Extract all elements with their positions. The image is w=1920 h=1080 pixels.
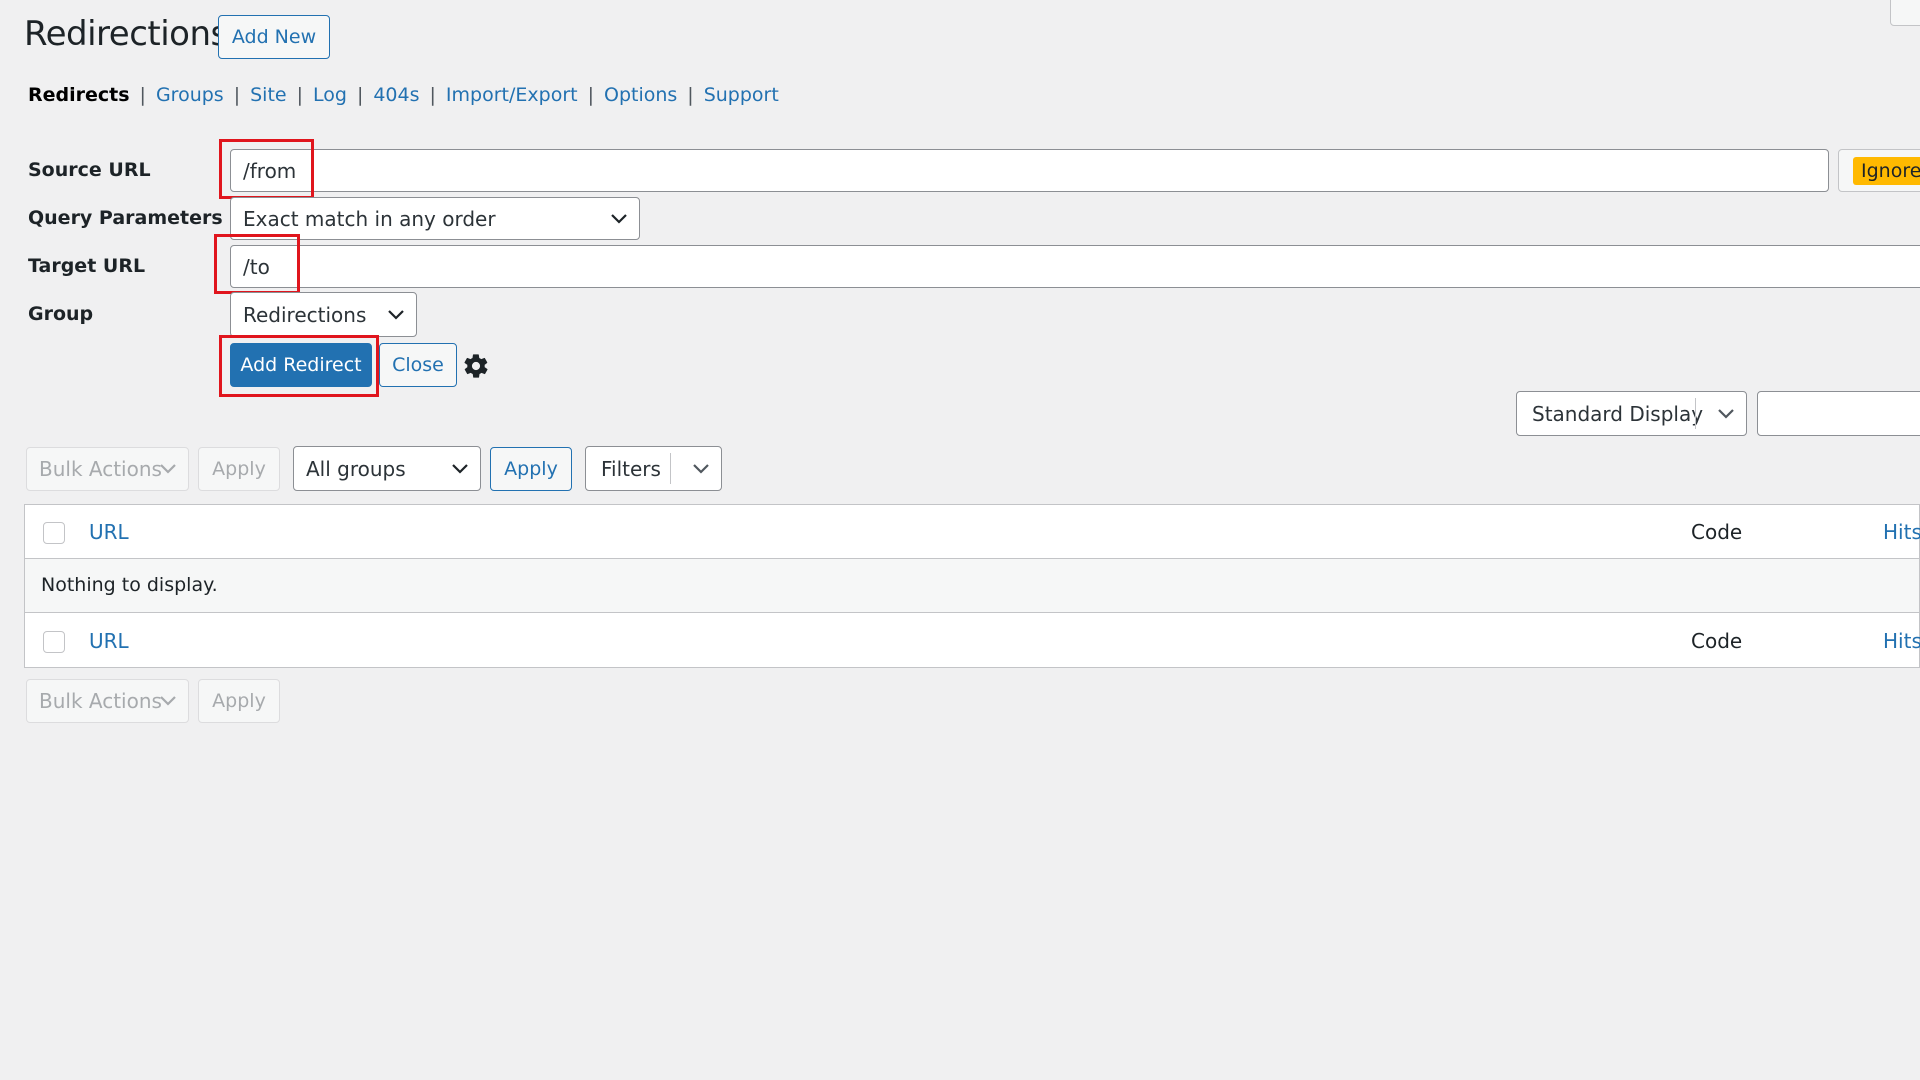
select-all-checkbox-footer[interactable] [43, 631, 65, 653]
group-select[interactable]: Redirections [230, 292, 417, 337]
subnav-separator: | [233, 84, 241, 106]
empty-message: Nothing to display. [41, 574, 218, 596]
page-title: Redirections [24, 14, 228, 54]
add-new-button[interactable]: Add New [218, 15, 330, 59]
filters-select[interactable]: Filters [585, 446, 722, 491]
table-footer-row: URL Code Hits [25, 614, 1920, 668]
source-url-input[interactable]: /from [230, 149, 1829, 192]
screen-options-button[interactable] [1890, 0, 1920, 26]
column-hits-footer[interactable]: Hits [1883, 629, 1920, 653]
target-url-input[interactable]: /to [230, 245, 1920, 288]
bulk-actions-value: Bulk Actions [39, 457, 162, 481]
subnav: Redirects | Groups | Site | Log | 404s |… [28, 84, 779, 106]
chevron-down-icon [160, 696, 176, 706]
query-parameters-label: Query Parameters [28, 207, 223, 229]
column-code-header: Code [1691, 520, 1743, 544]
subnav-item-import-export[interactable]: Import/Export [446, 84, 578, 106]
subnav-item-groups[interactable]: Groups [156, 84, 224, 106]
redirects-table: URL Code Hits Nothing to display. URL Co… [24, 504, 1920, 668]
target-url-label: Target URL [28, 255, 146, 277]
group-label: Group [28, 303, 94, 325]
subnav-separator: | [587, 84, 594, 106]
select-divider [670, 453, 671, 484]
subnav-item-404s[interactable]: 404s [373, 84, 419, 106]
chevron-down-icon [693, 463, 709, 474]
ignore-case-button[interactable]: Ignore [1838, 149, 1920, 192]
subnav-item-site[interactable]: Site [250, 84, 286, 106]
groups-filter-value: All groups [306, 456, 406, 481]
search-input[interactable] [1757, 391, 1920, 436]
gear-icon[interactable] [462, 352, 490, 380]
apply-button[interactable]: Apply [490, 447, 572, 491]
source-url-label: Source URL [28, 159, 151, 181]
bulk-actions-value: Bulk Actions [39, 689, 162, 713]
display-mode-value: Standard Display [1532, 401, 1704, 426]
table-header-row: URL Code Hits [25, 505, 1920, 559]
subnav-item-support[interactable]: Support [704, 84, 779, 106]
subnav-separator: | [296, 84, 303, 106]
ignore-badge: Ignore [1853, 156, 1920, 185]
subnav-item-options[interactable]: Options [604, 84, 677, 106]
close-button[interactable]: Close [379, 343, 457, 387]
apply-button-disabled[interactable]: Apply [198, 447, 280, 491]
query-parameters-value: Exact match in any order [243, 206, 496, 231]
chevron-down-icon [452, 463, 468, 474]
filters-value: Filters [601, 456, 661, 481]
add-redirect-button[interactable]: Add Redirect [230, 343, 372, 387]
select-divider [1695, 398, 1696, 429]
chevron-down-icon [611, 213, 627, 224]
bulk-actions-select[interactable]: Bulk Actions [26, 447, 189, 491]
column-url-footer[interactable]: URL [89, 629, 129, 653]
subnav-separator: | [356, 84, 364, 106]
column-hits-header[interactable]: Hits [1883, 520, 1920, 544]
groups-filter-select[interactable]: All groups [293, 446, 481, 491]
column-url-header[interactable]: URL [89, 520, 129, 544]
subnav-item-log[interactable]: Log [313, 84, 347, 106]
bulk-actions-select-bottom[interactable]: Bulk Actions [26, 679, 189, 723]
chevron-down-icon [160, 464, 176, 474]
subnav-separator: | [139, 84, 146, 106]
query-parameters-select[interactable]: Exact match in any order [230, 197, 640, 240]
chevron-down-icon [388, 309, 404, 320]
subnav-separator: | [429, 84, 436, 106]
table-row: Nothing to display. [25, 559, 1919, 613]
display-mode-select[interactable]: Standard Display [1516, 391, 1747, 436]
group-value: Redirections [243, 302, 367, 327]
subnav-item-redirects[interactable]: Redirects [28, 84, 130, 106]
apply-button-bottom[interactable]: Apply [198, 679, 280, 723]
subnav-separator: | [687, 84, 694, 106]
chevron-down-icon [1718, 408, 1734, 419]
column-code-footer: Code [1691, 629, 1743, 653]
select-all-checkbox[interactable] [43, 522, 65, 544]
